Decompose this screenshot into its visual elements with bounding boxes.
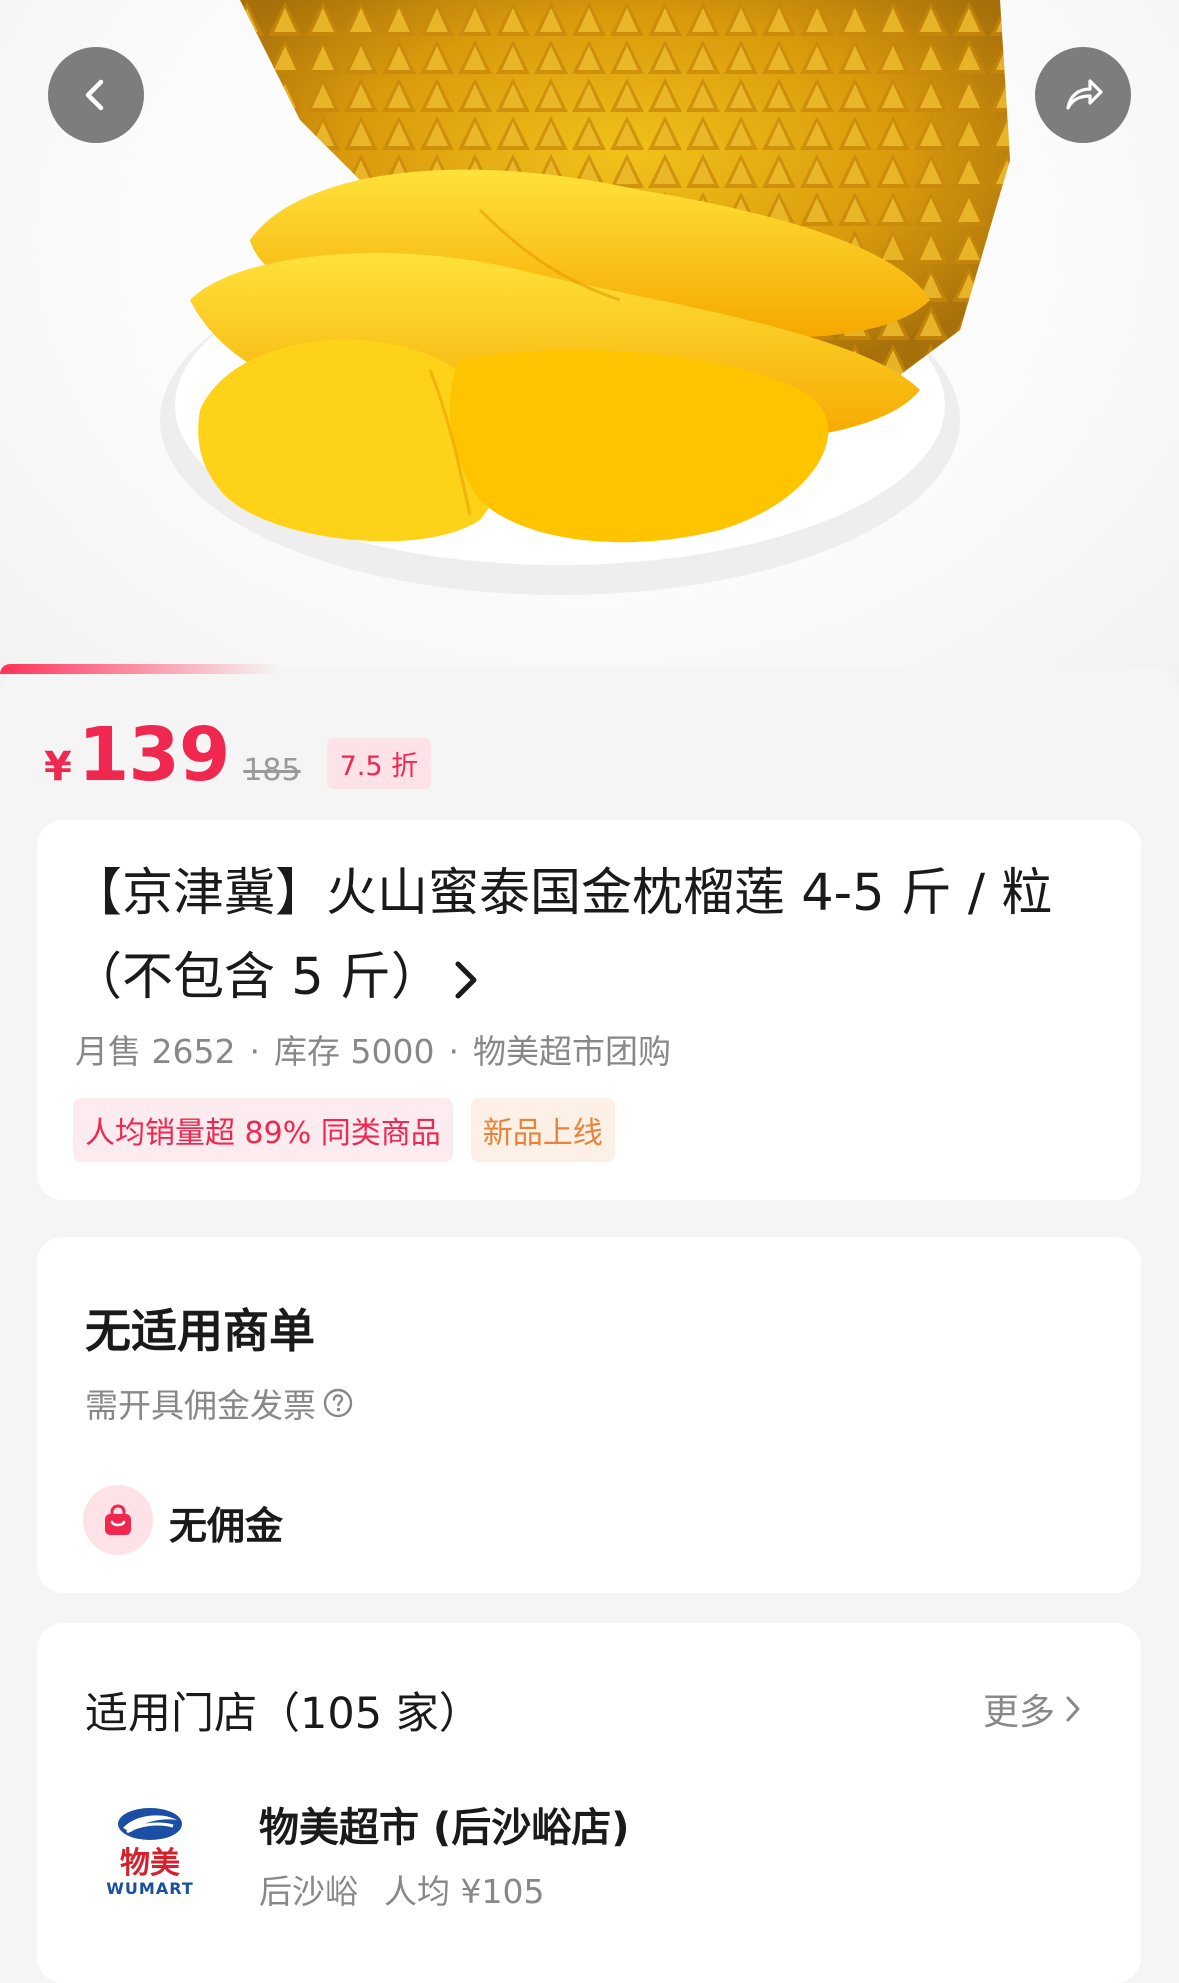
store-name[interactable]: 物美超市 (后沙峪店) <box>259 1795 630 1853</box>
monthly-sales: 月售 2652 <box>75 1032 236 1071</box>
back-button[interactable] <box>48 47 144 143</box>
no-commission-label: 无佣金 <box>169 1504 284 1548</box>
product-info-card: 【京津冀】火山蜜泰国金枕榴莲 4-5 斤 / 粒（不包含 5 斤） 月售 265… <box>37 820 1141 1200</box>
store-area: 后沙峪 <box>259 1872 358 1911</box>
original-price: 185 <box>243 753 301 788</box>
discount-badge: 7.5 折 <box>326 737 432 789</box>
durian-image <box>160 0 1010 595</box>
store-logo-text: 物美 <box>120 1846 180 1881</box>
sales-rank-tag: 人均销量超 89% 同类商品 <box>73 1098 453 1162</box>
product-image-area[interactable] <box>0 0 1179 690</box>
share-button[interactable] <box>1035 47 1131 143</box>
stores-title: 适用门店（105 家） <box>85 1689 482 1739</box>
chevron-right-icon <box>1066 1696 1080 1722</box>
chevron-left-icon <box>85 79 104 111</box>
shopping-bag-icon <box>105 1504 131 1535</box>
seller-name: 物美超市团购 <box>472 1032 671 1071</box>
product-title: 【京津冀】火山蜜泰国金枕榴莲 4-5 斤 / 粒（不包含 5 斤） <box>71 864 1053 1007</box>
more-label: 更多 <box>983 1692 1056 1733</box>
commission-subtitle[interactable]: 需开具佣金发票 <box>85 1379 354 1427</box>
store-info: 后沙峪 人均 ¥105 <box>259 1865 544 1913</box>
more-stores-button[interactable]: 更多 <box>983 1683 1083 1735</box>
new-arrival-tag: 新品上线 <box>470 1098 615 1162</box>
meta-separator: · <box>448 1032 459 1071</box>
invoice-note: 需开具佣金发票 <box>85 1386 316 1425</box>
commission-badge <box>83 1485 153 1555</box>
chevron-right-icon <box>455 961 477 999</box>
current-price: 139 <box>77 712 230 798</box>
commission-card: 无适用商单 需开具佣金发票 无佣金 <box>37 1237 1141 1593</box>
share-icon <box>1066 79 1103 110</box>
wumart-logo-icon <box>118 1808 182 1840</box>
currency-symbol: ¥ <box>44 744 72 790</box>
store-avg-price: 人均 ¥105 <box>384 1872 545 1911</box>
stores-card: 适用门店（105 家） 更多 物美 WUMART 物美超市 (后沙峪店) 后沙峪… <box>37 1623 1141 1983</box>
meta-separator: · <box>249 1032 260 1071</box>
sheet-accent <box>0 664 280 674</box>
commission-title: 无适用商单 <box>85 1304 315 1358</box>
question-circle-icon[interactable] <box>322 1387 354 1419</box>
product-title-link[interactable]: 【京津冀】火山蜜泰国金枕榴莲 4-5 斤 / 粒（不包含 5 斤） <box>71 852 1111 1020</box>
product-meta: 月售 2652 · 库存 5000 · 物美超市团购 <box>75 1025 671 1073</box>
store-logo: 物美 WUMART <box>85 1786 215 1916</box>
store-logo-brand: WUMART <box>106 1879 194 1898</box>
stock: 库存 5000 <box>273 1032 435 1071</box>
product-tags: 人均销量超 89% 同类商品 新品上线 <box>73 1098 615 1162</box>
price-row: ¥ 139 185 7.5 折 <box>44 712 432 802</box>
